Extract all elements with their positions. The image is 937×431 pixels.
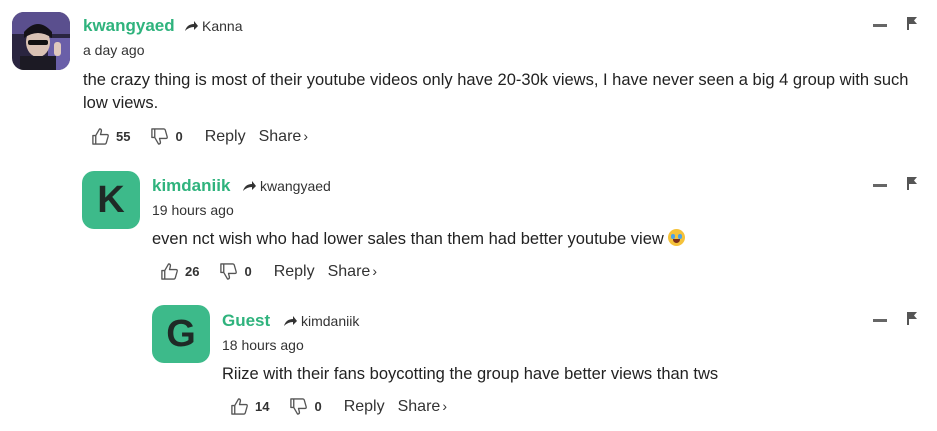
share-button[interactable]: Share › <box>398 398 447 416</box>
reply-arrow-icon <box>284 316 297 326</box>
comment-reply: G Guest kimdaniik 18 hours ago Riize wit… <box>0 0 937 431</box>
comment-text: Riize with their fans boycotting the gro… <box>222 365 719 383</box>
reply-to-link[interactable]: kimdaniik <box>283 313 359 329</box>
comment-actions: 14 0 Reply Share › <box>230 397 447 416</box>
upvote-button[interactable]: 14 <box>230 397 269 416</box>
downvote-button[interactable]: 0 <box>289 397 322 416</box>
avatar[interactable]: G <box>152 305 210 363</box>
upvote-count: 14 <box>255 399 270 414</box>
reply-button[interactable]: Reply <box>344 398 385 416</box>
thumbs-up-icon <box>231 398 248 415</box>
username[interactable]: Guest <box>222 311 270 331</box>
share-label: Share <box>397 397 441 415</box>
collapse-icon[interactable] <box>873 319 887 322</box>
chevron-right-icon: › <box>442 397 447 414</box>
downvote-count: 0 <box>314 399 322 414</box>
thumbs-down-icon <box>290 398 308 415</box>
reply-to-name: kimdaniik <box>301 313 360 329</box>
flag-icon[interactable] <box>906 312 918 330</box>
timestamp: 18 hours ago <box>222 337 304 353</box>
